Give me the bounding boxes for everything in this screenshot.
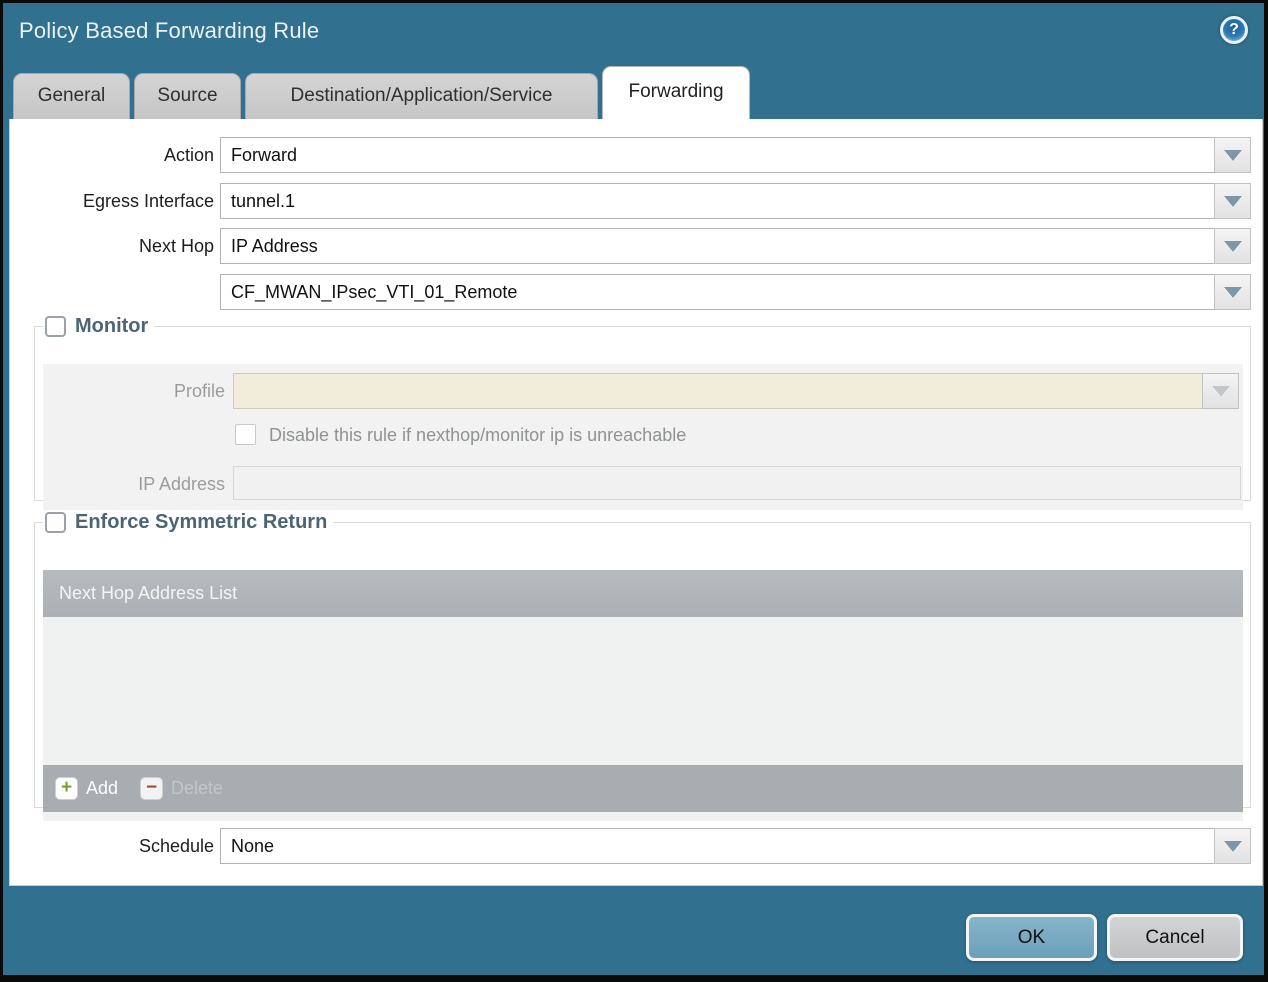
next-hop-address-list-toolbar: + Add − Delete — [43, 765, 1243, 812]
next-hop-label: Next Hop — [138, 236, 214, 256]
tab-general[interactable]: General — [13, 73, 130, 119]
minus-icon: − — [140, 777, 164, 800]
pbf-rule-dialog: Policy Based Forwarding Rule ? General S… — [0, 0, 1268, 982]
next-hop-address-dropdown-button[interactable] — [1214, 274, 1251, 310]
next-hop-address-value[interactable]: CF_MWAN_IPsec_VTI_01_Remote — [220, 274, 1214, 310]
delete-button-label: Delete — [171, 778, 224, 798]
action-label: Action — [163, 145, 214, 165]
tab-forwarding[interactable]: Forwarding — [602, 66, 750, 119]
disable-rule-checkbox-label: Disable this rule if nexthop/monitor ip … — [269, 425, 687, 445]
monitor-checkbox[interactable] — [45, 316, 66, 337]
egress-interface-value[interactable]: tunnel.1 — [220, 183, 1214, 219]
profile-dropdown-button — [1202, 373, 1239, 409]
schedule-dropdown-button[interactable] — [1214, 828, 1251, 864]
chevron-down-icon — [1223, 286, 1242, 298]
add-button[interactable]: + Add — [55, 777, 118, 800]
add-button-label: Add — [86, 778, 119, 798]
chevron-down-icon — [1223, 840, 1242, 852]
enforce-symmetric-return-checkbox[interactable] — [45, 512, 66, 533]
profile-value — [233, 373, 1202, 409]
egress-interface-dropdown-button[interactable] — [1214, 183, 1251, 219]
dialog-title: Policy Based Forwarding Rule — [19, 18, 320, 43]
next-hop-type-value[interactable]: IP Address — [220, 228, 1214, 264]
chevron-down-icon — [1223, 240, 1242, 252]
action-dropdown-button[interactable] — [1214, 137, 1251, 173]
cancel-button[interactable]: Cancel — [1107, 914, 1243, 961]
disable-rule-checkbox[interactable] — [235, 424, 256, 445]
delete-button[interactable]: − Delete — [140, 777, 223, 800]
chevron-down-icon — [1223, 149, 1242, 161]
action-dropdown[interactable]: Forward — [220, 137, 1251, 173]
tab-destination-application-service[interactable]: Destination/Application/Service — [245, 73, 598, 119]
enforce-symmetric-return-group: Enforce Symmetric Return Next Hop Addres… — [34, 511, 1251, 821]
schedule-label: Schedule — [138, 836, 214, 856]
monitor-group: Monitor Profile Disable this rule if nex… — [34, 315, 1251, 510]
next-hop-address-list-header: Next Hop Address List — [43, 570, 1243, 617]
next-hop-type-dropdown-button[interactable] — [1214, 228, 1251, 264]
schedule-value[interactable]: None — [220, 828, 1214, 864]
chevron-down-icon — [1211, 385, 1230, 397]
next-hop-address-dropdown[interactable]: CF_MWAN_IPsec_VTI_01_Remote — [220, 274, 1251, 310]
monitor-legend: Monitor — [43, 315, 154, 338]
tab-bar: General Source Destination/Application/S… — [13, 66, 750, 119]
monitor-ip-address-input — [233, 466, 1241, 500]
tab-source[interactable]: Source — [134, 73, 241, 119]
profile-dropdown — [233, 373, 1239, 409]
egress-interface-dropdown[interactable]: tunnel.1 — [220, 183, 1251, 219]
monitor-ip-address-label: IP Address — [138, 474, 225, 494]
ok-button[interactable]: OK — [966, 914, 1097, 961]
table-bottom-strip — [43, 812, 1243, 821]
help-icon[interactable]: ? — [1220, 16, 1248, 44]
chevron-down-icon — [1223, 195, 1242, 207]
monitor-legend-label: Monitor — [75, 315, 149, 337]
egress-interface-label: Egress Interface — [82, 191, 214, 211]
plus-icon: + — [55, 777, 78, 800]
profile-label: Profile — [173, 381, 225, 401]
schedule-dropdown[interactable]: None — [220, 828, 1251, 864]
next-hop-address-list-table: Next Hop Address List + Add − Delete — [43, 570, 1243, 821]
monitor-panel: Profile Disable this rule if nexthop/mon… — [43, 364, 1243, 510]
enforce-symmetric-return-legend-label: Enforce Symmetric Return — [75, 511, 328, 533]
action-value[interactable]: Forward — [220, 137, 1214, 173]
forwarding-tab-panel: Action Forward Egress Interface tunnel.1… — [9, 119, 1263, 886]
next-hop-type-dropdown[interactable]: IP Address — [220, 228, 1251, 264]
title-bar: Policy Based Forwarding Rule ? — [3, 3, 1264, 63]
next-hop-address-list-body[interactable] — [43, 617, 1243, 765]
enforce-symmetric-return-legend: Enforce Symmetric Return — [43, 511, 333, 534]
